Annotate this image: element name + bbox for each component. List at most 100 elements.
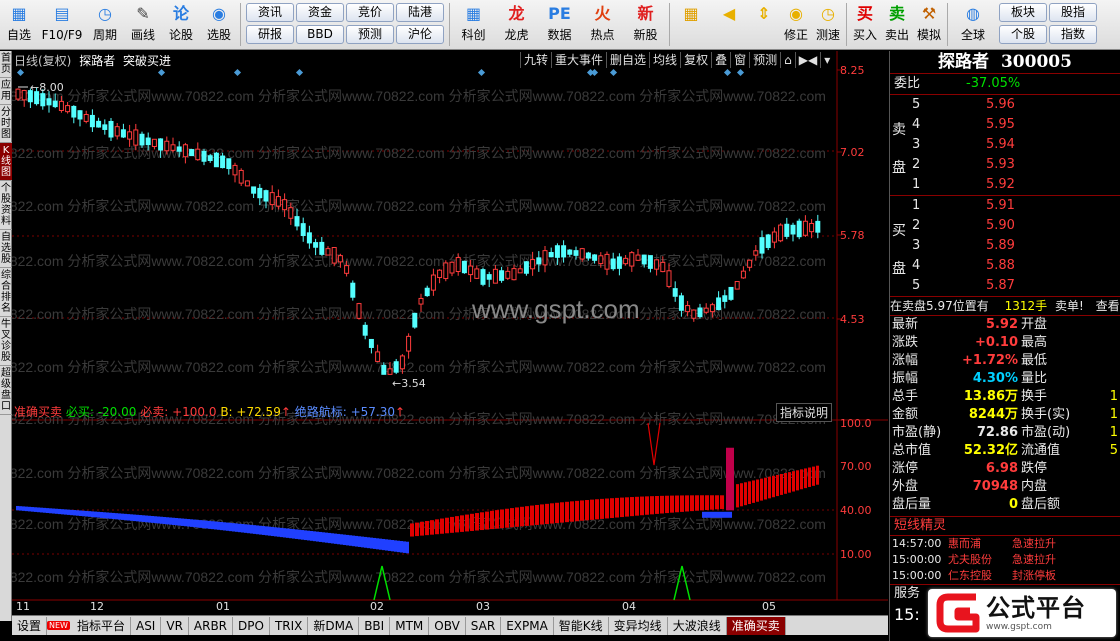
info-button[interactable]: 资讯 bbox=[246, 3, 294, 22]
left-tab[interactable]: 个股资料 bbox=[0, 181, 12, 230]
market-button[interactable]: 板块 bbox=[999, 3, 1047, 22]
chart-tool-button[interactable]: 删自选 bbox=[606, 52, 650, 68]
indicator-red-bar bbox=[635, 496, 639, 516]
toolbar-speed-button[interactable]: ◷ 测速 bbox=[812, 0, 844, 49]
info-button[interactable]: BBD bbox=[296, 25, 344, 44]
indicator-tab[interactable]: ARBR bbox=[189, 616, 234, 635]
candle-down bbox=[77, 110, 83, 120]
candle-up bbox=[740, 270, 746, 279]
indicator-tab[interactable]: MTM bbox=[390, 616, 430, 635]
toolbar-lun-button[interactable]: 论论股 bbox=[162, 0, 200, 49]
candle-up bbox=[802, 220, 808, 236]
left-tab[interactable]: 首页 bbox=[0, 51, 12, 78]
left-tab[interactable]: K线图 bbox=[0, 143, 12, 181]
info-button[interactable]: 沪伦 bbox=[396, 25, 444, 44]
indicator-tab[interactable]: EXPMA bbox=[501, 616, 554, 635]
chart-tool-button[interactable]: 预测 bbox=[749, 52, 781, 68]
indicator-tab[interactable]: 设置 bbox=[12, 616, 48, 635]
indicator-blue-bar bbox=[64, 509, 67, 515]
chart-tool-button[interactable]: 复权 bbox=[680, 52, 712, 68]
candle-up bbox=[195, 148, 201, 161]
chart-tool-button[interactable]: ▶◀ bbox=[794, 52, 821, 68]
sell-alert-extra[interactable]: 查看 bbox=[1096, 299, 1120, 313]
market-button[interactable]: 个股 bbox=[999, 25, 1047, 44]
candle-up bbox=[492, 268, 498, 284]
indicator-tab[interactable]: DPO bbox=[233, 616, 270, 635]
market-button[interactable]: 股指 bbox=[1049, 3, 1097, 22]
new-badge: NEW bbox=[47, 621, 70, 630]
chart-tool-button[interactable]: 叠 bbox=[711, 52, 731, 68]
chart-tool-button[interactable]: 窗 bbox=[730, 52, 750, 68]
news-item[interactable]: 15:00:00 尤夫股份 急速拉升 bbox=[890, 552, 1120, 568]
toolbar-f10-button[interactable]: ▤ F10/F9 bbox=[38, 0, 86, 49]
toolbar-pen-button[interactable]: ✎ 画线 bbox=[124, 0, 162, 49]
sell-level-row[interactable]: 2 5.93 bbox=[890, 155, 1120, 175]
left-tab[interactable]: 超级盘口 bbox=[0, 366, 12, 415]
indicator-tab[interactable]: 指标平台 bbox=[72, 616, 131, 635]
indicator-tab[interactable]: 新DMA bbox=[308, 616, 360, 635]
indicator-tab[interactable]: SAR bbox=[466, 616, 502, 635]
chart-tool-button[interactable]: ▾ bbox=[820, 52, 834, 68]
sell-level-row[interactable]: 4 5.95 bbox=[890, 115, 1120, 135]
indicator-help-button[interactable]: 指标说明 bbox=[776, 403, 833, 422]
clock-icon: ◷ bbox=[98, 4, 112, 23]
indicator-tab[interactable]: 准确买卖 bbox=[726, 616, 786, 635]
info-button[interactable]: 研报 bbox=[246, 25, 294, 44]
indicator-tab[interactable]: TRIX bbox=[270, 616, 309, 635]
news-item[interactable]: 15:00:00 仁东控股 封涨停板 bbox=[890, 568, 1120, 584]
back-arrow-button[interactable]: ◀ bbox=[710, 0, 748, 49]
toolbar-sell-button[interactable]: 卖卖出 bbox=[881, 0, 913, 49]
buy-level-row[interactable]: 5 5.87 bbox=[890, 276, 1120, 296]
footer-a[interactable]: 服务 bbox=[894, 586, 920, 601]
updown-arrow-button[interactable]: ⇕ bbox=[748, 0, 780, 49]
toolbar-clock-button[interactable]: ◷ 周期 bbox=[86, 0, 124, 49]
buy-level-row[interactable]: 1 5.91 bbox=[890, 196, 1120, 216]
color-grid-button[interactable]: ▦ bbox=[672, 0, 710, 49]
info-button[interactable]: 预测 bbox=[346, 25, 394, 44]
toolbar-hammer-button[interactable]: ⚒ 模拟 bbox=[913, 0, 945, 49]
chart-tool-button[interactable]: 重大事件 bbox=[551, 52, 607, 68]
toolbar-star-grid-button[interactable]: ▦ 自选 bbox=[0, 0, 38, 49]
toolbar-fix-button[interactable]: ◉ 修正 bbox=[780, 0, 812, 49]
sell-level-row[interactable]: 3 5.94 bbox=[890, 135, 1120, 155]
sell-level-row[interactable]: 5 5.96 bbox=[890, 95, 1120, 115]
toolbar-fire-button[interactable]: 火热点 bbox=[581, 0, 624, 49]
indicator-tab[interactable]: 智能K线 bbox=[554, 616, 609, 635]
sell-level-index: 1 bbox=[912, 177, 921, 192]
indicator-tab[interactable]: BBI bbox=[359, 616, 391, 635]
chart-tool-button[interactable]: 均线 bbox=[649, 52, 681, 68]
toolbar-filter-button[interactable]: ◉ 选股 bbox=[200, 0, 238, 49]
chart-tool-button[interactable]: ⌂ bbox=[780, 52, 795, 68]
info-button[interactable]: 陆港 bbox=[396, 3, 444, 22]
left-tab[interactable]: 分时图 bbox=[0, 105, 12, 143]
buy-level-row[interactable]: 3 5.89 bbox=[890, 236, 1120, 256]
k-line-chart[interactable]: 0822.com 分析家公式网www.70822.com 分析家公式网www.7… bbox=[12, 51, 888, 621]
toolbar-newstock-button[interactable]: 新新股 bbox=[624, 0, 667, 49]
chart-tool-button[interactable]: 九转 bbox=[520, 52, 552, 68]
indicator-tab[interactable]: VR bbox=[161, 616, 189, 635]
indicator-tab[interactable]: OBV bbox=[429, 616, 466, 635]
sell-alert-row[interactable]: 在卖盘5.97位置有 1312手 卖单! 查看 bbox=[890, 297, 1120, 315]
news-item[interactable]: 14:57:00 惠而浦 急速拉升 bbox=[890, 536, 1120, 552]
toolbar-buy-button[interactable]: 买买入 bbox=[849, 0, 881, 49]
toolbar-globe-button[interactable]: ◍ 全球 bbox=[950, 0, 996, 49]
info-button[interactable]: 竞价 bbox=[346, 3, 394, 22]
indicator-blue-bar bbox=[244, 524, 247, 533]
indicator-blue-bar bbox=[61, 509, 64, 515]
toolbar-dragon-button[interactable]: 龙龙虎 bbox=[495, 0, 538, 49]
indicator-tab[interactable]: 大波浪线 bbox=[668, 616, 727, 635]
toolbar-chart-button[interactable]: ▦ 科创 bbox=[452, 0, 495, 49]
toolbar-pe-button[interactable]: PE 数据 bbox=[538, 0, 581, 49]
info-button[interactable]: 资金 bbox=[296, 3, 344, 22]
left-tab[interactable]: 牛叉诊股 bbox=[0, 317, 12, 366]
indicator-tab[interactable]: ASI bbox=[131, 616, 162, 635]
buy-level-row[interactable]: 2 5.90 bbox=[890, 216, 1120, 236]
signal-label: 突破买进 bbox=[123, 54, 172, 68]
left-tab[interactable]: 自选股 bbox=[0, 230, 12, 268]
buy-level-row[interactable]: 4 5.88 bbox=[890, 256, 1120, 276]
left-tab[interactable]: 应用 bbox=[0, 78, 12, 105]
left-tab[interactable]: 综合排名 bbox=[0, 268, 12, 317]
market-button[interactable]: 指数 bbox=[1049, 25, 1097, 44]
indicator-tab[interactable]: 变异均线 bbox=[609, 616, 668, 635]
sell-level-row[interactable]: 1 5.92 bbox=[890, 175, 1120, 195]
